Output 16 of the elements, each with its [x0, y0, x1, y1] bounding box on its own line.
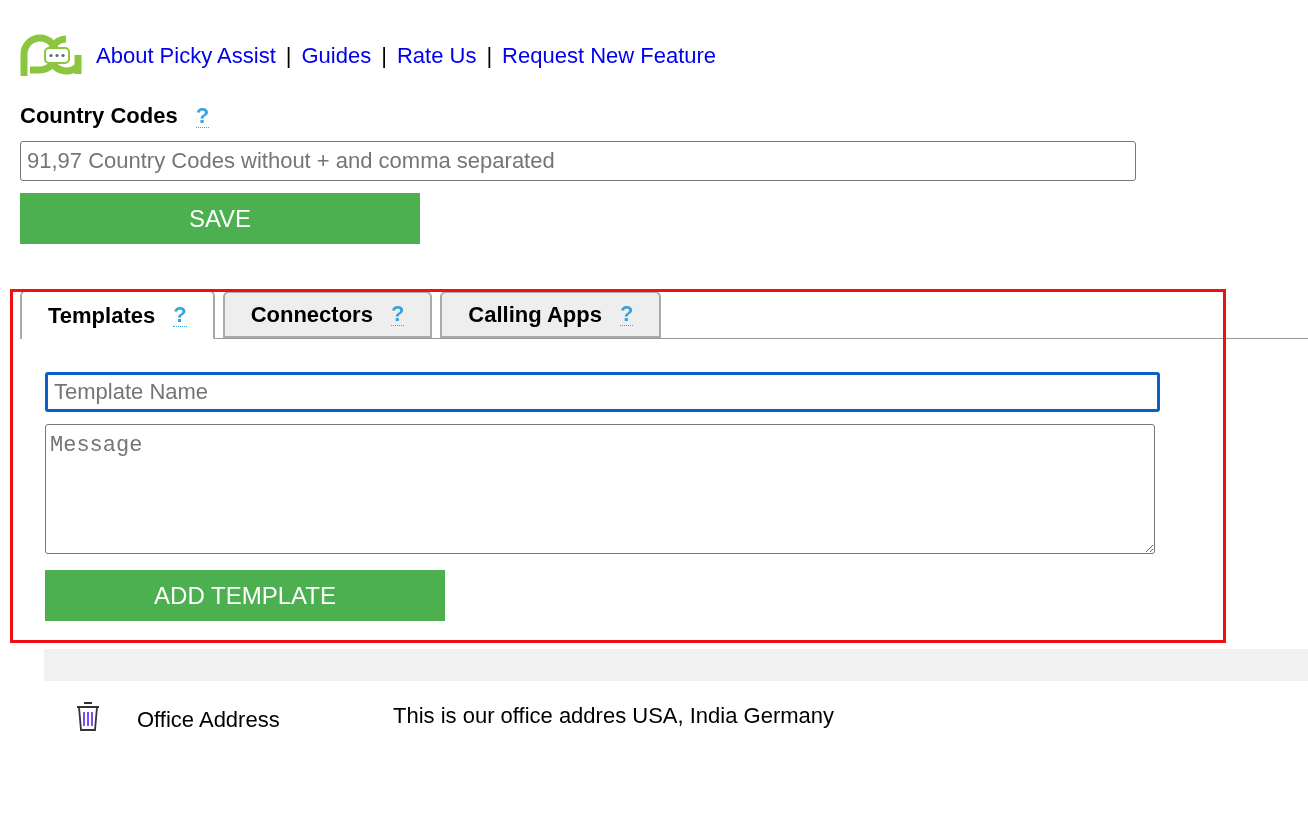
- header-link[interactable]: Request New Feature: [502, 43, 717, 69]
- tab[interactable]: Templates ?: [20, 290, 215, 339]
- separator: |: [486, 43, 493, 69]
- tab[interactable]: Calling Apps ?: [440, 291, 662, 338]
- header-link[interactable]: Guides: [301, 43, 372, 69]
- header-link[interactable]: About Picky Assist: [96, 43, 276, 69]
- template-name: Office Address: [137, 706, 281, 733]
- separator: |: [381, 43, 387, 69]
- separator: |: [285, 43, 292, 69]
- field-label: Country Codes: [20, 103, 178, 129]
- header-link[interactable]: Rate Us: [396, 43, 477, 69]
- message-field[interactable]: Message: [45, 424, 1155, 554]
- tab[interactable]: Connectors ?: [222, 291, 433, 338]
- template-message: This is our office addres USA, India Germany: [393, 703, 834, 729]
- template-name-field[interactable]: Template Name: [45, 372, 1160, 412]
- country-codes-field[interactable]: 91,97 Country Codes without + and comma separated: [20, 141, 1136, 181]
